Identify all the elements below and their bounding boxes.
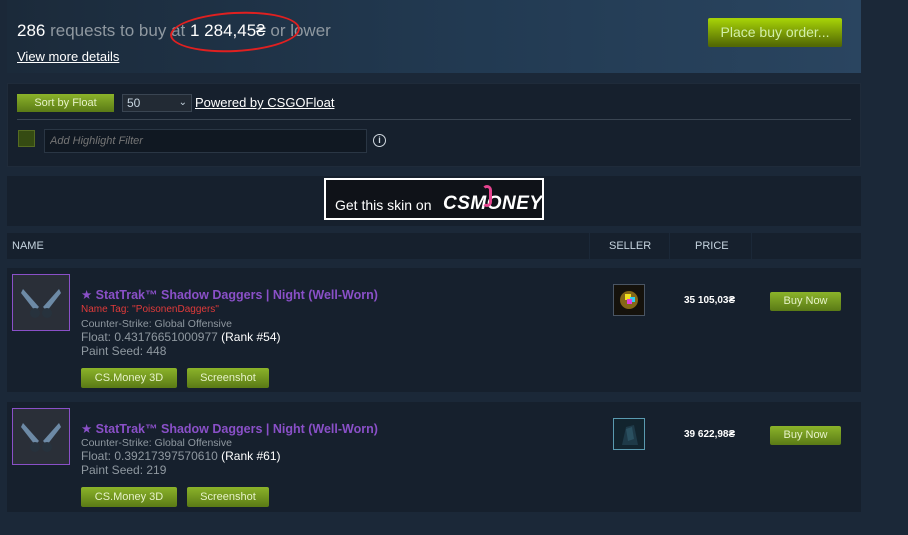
header-divider [589,233,590,259]
float-controls-panel: Sort by Float 50 ⌄ Powered by CSGOFloat … [7,83,861,167]
item-paint-seed: Paint Seed: 448 [81,344,167,358]
highlight-filter-input[interactable] [44,129,367,153]
header-price: PRICE [695,240,729,252]
listing-price: 39 622,98₴ [684,429,736,440]
seller-avatar[interactable] [613,284,645,316]
seller-avatar[interactable] [613,418,645,450]
screenshot-button[interactable]: Screenshot [187,368,269,388]
highlight-color-picker[interactable] [18,130,35,147]
csmoney-logo-right: MONEY [470,193,543,214]
item-float-rank: (Rank #61) [221,449,281,463]
item-game: Counter-Strike: Global Offensive [81,318,232,330]
item-name-link[interactable]: ★ StatTrak™ Shadow Daggers | Night (Well… [81,287,378,302]
header-divider [669,233,670,259]
buy-now-button[interactable]: Buy Now [770,292,841,311]
avatar-image [614,285,644,315]
chevron-down-icon: ⌄ [178,97,187,108]
item-float: Float: 0.43176651000977 (Rank #54) [81,330,281,344]
item-paint-seed: Paint Seed: 219 [81,463,167,477]
item-name-tag: Name Tag: ''PoisonenDaggers'' [81,304,220,315]
item-float-value: Float: 0.39217397570610 [81,449,218,463]
listing-table-header: NAME SELLER PRICE [7,233,861,259]
item-details: Counter-Strike: Global Offensive Float: … [81,318,281,358]
item-float-value: Float: 0.43176651000977 [81,330,218,344]
header-name: NAME [12,240,44,252]
item-float-rank: (Rank #54) [221,330,281,344]
banner-text: Get this skin on [335,197,432,213]
buy-orders-panel: 286 requests to buy at 1 284,45₴ or lowe… [7,0,861,73]
csmoney-3d-button[interactable]: CS.Money 3D [81,368,177,388]
item-float: Float: 0.39217397570610 (Rank #61) [81,449,281,463]
buy-orders-mid-text: requests to buy at [50,21,186,40]
csmoney-3d-button[interactable]: CS.Money 3D [81,487,177,507]
view-more-details-link[interactable]: View more details [17,49,119,64]
divider [17,119,851,120]
place-buy-order-button[interactable]: Place buy order... [708,18,842,47]
buy-now-button[interactable]: Buy Now [770,426,841,445]
banner-panel: Get this skin on CS MONEY [7,176,861,226]
page-size-value: 50 [127,96,141,110]
item-name-link[interactable]: ★ StatTrak™ Shadow Daggers | Night (Well… [81,421,378,436]
header-divider [751,233,752,259]
listing-row: ★ StatTrak™ Shadow Daggers | Night (Well… [7,268,861,392]
listing-row: ★ StatTrak™ Shadow Daggers | Night (Well… [7,402,861,512]
buy-orders-count: 286 [17,21,46,40]
dagger-icon [21,289,61,318]
annotation-circle [169,8,301,56]
csmoney-hook-icon [482,185,493,207]
screenshot-button[interactable]: Screenshot [187,487,269,507]
csmoney-banner[interactable]: Get this skin on CS MONEY [324,178,544,220]
dagger-icon [21,423,61,452]
page-size-select[interactable]: 50 ⌄ [122,94,192,112]
item-image[interactable] [12,274,70,331]
listing-price: 35 105,03₴ [684,295,736,306]
header-seller: SELLER [609,240,652,252]
powered-by-csgofloat-link[interactable]: Powered by CSGOFloat [195,95,334,110]
item-details: Counter-Strike: Global Offensive Float: … [81,437,281,477]
item-image[interactable] [12,408,70,465]
item-game: Counter-Strike: Global Offensive [81,437,232,449]
csmoney-logo-left: CS [443,193,471,214]
avatar-image [614,419,644,449]
sort-by-float-button[interactable]: Sort by Float [17,94,114,112]
info-icon[interactable]: i [373,134,386,147]
csmoney-logo: CS MONEY [443,185,543,215]
